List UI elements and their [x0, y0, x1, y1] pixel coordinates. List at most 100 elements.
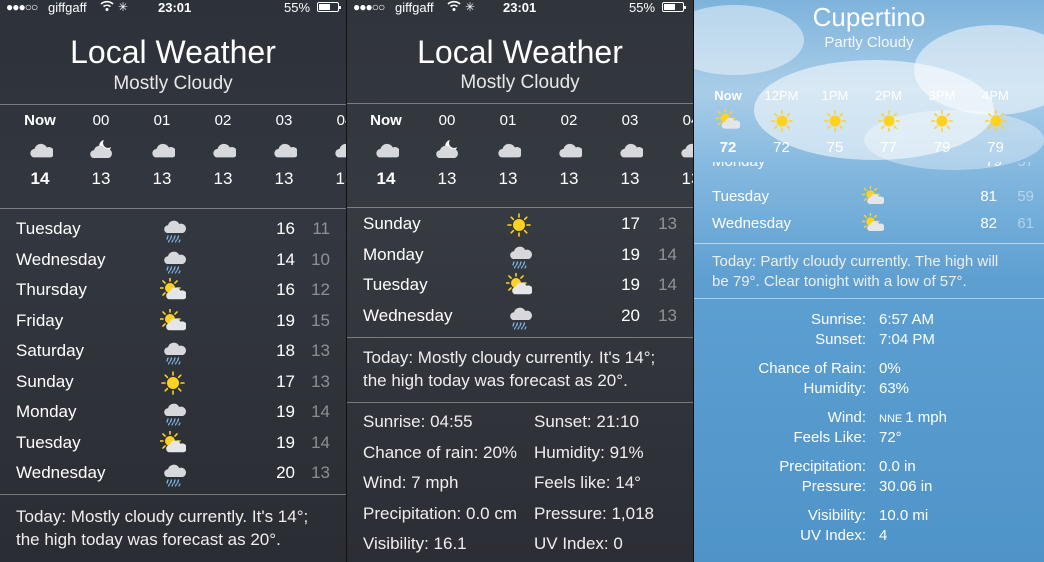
status-time: 23:01 — [158, 0, 192, 15]
hour-label: 04 — [682, 112, 693, 129]
rain-icon — [160, 400, 186, 426]
sun-icon — [506, 212, 532, 238]
detail-key: Pressure: — [801, 478, 866, 495]
hour-temp: 14 — [376, 169, 396, 188]
hour-temp: 79 — [987, 139, 1004, 156]
weather-panel-right: Cupertino Partly Cloudy Now 72 12PM 72 1PM 75… — [694, 0, 1044, 562]
status-bar: ●●●○○ giffgaff ✳ 23:01 55% — [347, 0, 693, 16]
weather-panel-middle: ●●●○○ giffgaff ✳ 23:01 55% Local Weather… — [347, 0, 693, 562]
current-condition: Partly Cloudy — [824, 34, 914, 51]
partly-cloudy-night-icon — [76, 137, 126, 163]
carrier-label: giffgaff — [395, 0, 434, 15]
day-name: Wednesday — [363, 305, 453, 325]
daily-row: Wednesday 14 10 — [0, 250, 346, 280]
day-low: 14 — [658, 275, 677, 294]
hour-temp: 75 — [826, 139, 844, 156]
daily-forecast[interactable]: Sunday 17 13 Monday 19 14 Tuesday 19 14 Wednesday… — [347, 212, 693, 339]
day-low: 14 — [658, 244, 677, 264]
hour-label: 04 — [336, 112, 346, 129]
hour-temp: 13 — [681, 169, 693, 188]
day-high: 81 — [980, 188, 997, 205]
divider — [694, 298, 1044, 299]
daily-row: Sunday 17 13 — [347, 212, 693, 244]
detail-value: 0% — [879, 360, 901, 377]
divider — [347, 103, 693, 104]
detail-value-text: 10.0 mi — [879, 507, 929, 524]
detail-value: NNE 1 mph — [879, 409, 947, 426]
hour-temp: 13 — [620, 169, 640, 188]
hour-temp: 13 — [274, 169, 294, 188]
city-name: Local Weather — [70, 34, 276, 70]
today-summary-line: the high today was forecast as 20°. — [363, 371, 628, 390]
sun-icon — [757, 109, 807, 133]
today-summary-line: the high today was forecast as 20°. — [16, 530, 281, 549]
day-name: Tuesday — [363, 275, 428, 294]
daily-forecast[interactable]: Tuesday 16 11 Wednesday 14 10 Thursday 16 12 Frid… — [0, 219, 346, 494]
detail-left: Sunrise: 04:55 — [363, 412, 473, 431]
detail-value-text: 30.06 in — [879, 478, 933, 495]
hourly-forecast[interactable]: Now 14 00 13 01 13 02 13 03 13 04 13 — [0, 112, 346, 207]
day-low: 13 — [311, 371, 330, 391]
daily-row: Sunday 17 13 — [0, 370, 346, 402]
detail-value: 63% — [879, 380, 909, 397]
activity-spinner-icon: ✳ — [118, 0, 129, 14]
detail-value: 10.0 mi — [879, 507, 928, 524]
divider — [0, 208, 346, 209]
hour-label: 02 — [560, 112, 578, 129]
day-name: Monday — [712, 162, 765, 170]
daily-forecast[interactable]: Tuesday 81 59 Wednesday 82 61 — [694, 186, 1044, 240]
hourly-item: 1PM 75 — [810, 88, 860, 156]
hour-temp: 13 — [335, 169, 346, 188]
carrier-label: giffgaff — [48, 0, 87, 15]
detail-value: 6:57 AM — [879, 311, 934, 328]
detail-right: UV Index: 0 — [534, 534, 623, 553]
detail-value-text: 72° — [879, 429, 902, 446]
rain-icon — [160, 248, 186, 274]
hour-label: 01 — [499, 112, 517, 129]
divider — [694, 243, 1044, 244]
day-low: 13 — [658, 214, 677, 233]
detail-value: 72° — [879, 429, 902, 446]
day-high: 16 — [276, 280, 295, 299]
detail-value-text: 1 mph — [905, 409, 947, 426]
rain-icon — [160, 339, 186, 365]
wifi-icon — [100, 0, 114, 12]
detail-value: 4 — [879, 527, 887, 544]
day-name: Saturday — [16, 341, 85, 360]
hourly-item: Now 14 — [361, 112, 411, 189]
cloud-icon — [544, 137, 594, 163]
hour-label: Now — [24, 112, 56, 129]
daily-row: Wednesday 20 13 — [347, 306, 693, 336]
hour-label: 02 — [214, 112, 232, 129]
wifi-icon — [447, 0, 461, 12]
daily-row-partial: Monday 79 57 — [694, 162, 1044, 176]
hourly-item: 02 13 — [544, 112, 594, 189]
hourly-forecast[interactable]: Now 14 00 13 01 13 02 13 03 13 04 13 — [347, 112, 693, 207]
hourly-forecast[interactable]: Now 72 12PM 72 1PM 75 2PM 77 3PM 79 4PM 79 — [694, 88, 1044, 168]
hour-temp: 72 — [719, 139, 737, 156]
cloud-icon — [320, 137, 346, 163]
detail-value-text: 0% — [879, 360, 901, 377]
hourly-item: 01 13 — [483, 112, 533, 189]
detail-value-text: 0.0 in — [879, 458, 916, 475]
day-high: 16 — [276, 219, 295, 238]
hour-label: 12PM — [764, 88, 799, 103]
sun-icon — [917, 109, 967, 133]
hour-temp: 13 — [498, 169, 518, 188]
detail-key: Visibility: — [807, 507, 866, 524]
hour-label: Now — [370, 112, 402, 129]
hourly-item: 4PM 79 — [971, 88, 1021, 156]
detail-left: Visibility: 16.1 — [363, 534, 467, 553]
hourly-item: 3PM 79 — [917, 88, 967, 156]
daily-row: Tuesday 19 14 — [0, 430, 346, 463]
hour-label: 2PM — [875, 88, 902, 103]
day-low: 14 — [311, 432, 330, 452]
weather-details: Sunrise: 04:55 Sunset: 21:10 Chance of rai… — [347, 412, 693, 562]
hourly-item: 04 13 — [666, 112, 693, 189]
day-high: 20 — [621, 305, 640, 325]
hourly-item: 01 13 — [137, 112, 187, 189]
day-high: 18 — [276, 341, 295, 360]
current-condition: Mostly Cloudy — [460, 72, 580, 93]
detail-right: Pressure: 1,018 — [534, 503, 655, 523]
detail-left: Chance of rain: 20% — [363, 442, 518, 462]
